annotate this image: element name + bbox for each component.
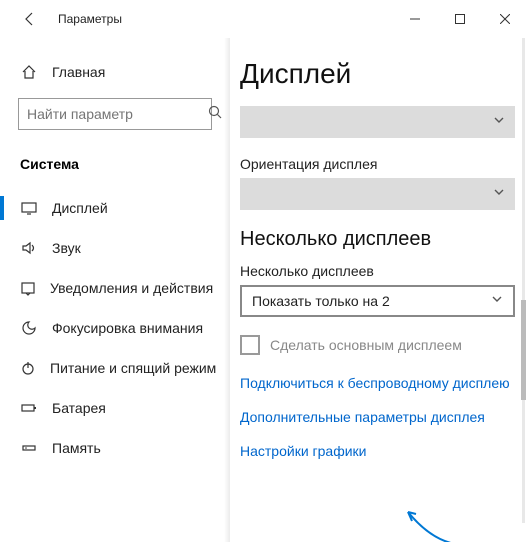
sidebar-item-label: Память <box>52 440 101 456</box>
advanced-display-link[interactable]: Дополнительные параметры дисплея <box>240 409 517 425</box>
main-display-checkbox[interactable]: Сделать основным дисплеем <box>240 335 517 355</box>
sidebar-item-label: Питание и спящий режим <box>50 360 216 376</box>
minimize-button[interactable] <box>392 4 437 34</box>
chevron-down-icon <box>493 113 505 131</box>
sidebar-item-notifications[interactable]: Уведомления и действия <box>0 268 230 308</box>
sidebar-item-label: Дисплей <box>52 200 108 216</box>
sidebar-item-power[interactable]: Питание и спящий режим <box>0 348 230 388</box>
page-heading: Дисплей <box>240 58 517 90</box>
scrollbar-track[interactable] <box>522 38 525 523</box>
sound-icon <box>20 240 38 256</box>
graphics-settings-link[interactable]: Настройки графики <box>240 443 517 459</box>
search-icon <box>208 105 222 124</box>
dropdown-value: Показать только на 2 <box>252 293 390 309</box>
sidebar-item-sound[interactable]: Звук <box>0 228 230 268</box>
multi-displays-dropdown[interactable]: Показать только на 2 <box>240 285 515 317</box>
window-controls <box>392 4 527 34</box>
wireless-display-link[interactable]: Подключиться к беспроводному дисплею <box>240 375 517 391</box>
orientation-dropdown[interactable] <box>240 178 515 210</box>
display-icon <box>20 200 38 216</box>
sidebar-item-focus[interactable]: Фокусировка внимания <box>0 308 230 348</box>
focus-icon <box>20 320 38 336</box>
home-label: Главная <box>52 64 105 80</box>
sidebar: Главная Система Дисплей Звук Уведо <box>0 38 230 542</box>
search-input[interactable] <box>27 106 208 122</box>
sidebar-item-label: Батарея <box>52 400 106 416</box>
titlebar: Параметры <box>0 0 527 38</box>
sidebar-item-label: Уведомления и действия <box>50 280 213 296</box>
sidebar-item-battery[interactable]: Батарея <box>0 388 230 428</box>
sidebar-item-display[interactable]: Дисплей <box>0 188 230 228</box>
home-nav[interactable]: Главная <box>0 56 230 88</box>
scale-dropdown[interactable] <box>240 106 515 138</box>
annotation-arrow <box>400 504 470 542</box>
section-title: Система <box>0 148 230 188</box>
window-title: Параметры <box>58 12 122 26</box>
multi-displays-heading: Несколько дисплеев <box>240 228 517 251</box>
sidebar-item-label: Фокусировка внимания <box>52 320 203 336</box>
multi-displays-label: Несколько дисплеев <box>240 263 517 279</box>
notifications-icon <box>20 280 36 296</box>
chevron-down-icon <box>493 185 505 203</box>
orientation-label: Ориентация дисплея <box>240 156 517 172</box>
home-icon <box>20 64 38 80</box>
checkbox-label: Сделать основным дисплеем <box>270 337 462 353</box>
storage-icon <box>20 440 38 456</box>
maximize-button[interactable] <box>437 4 482 34</box>
back-button[interactable] <box>16 5 44 33</box>
content-area: Дисплей Ориентация дисплея Несколько дис… <box>230 38 527 542</box>
scrollbar-thumb[interactable] <box>521 300 526 400</box>
close-button[interactable] <box>482 4 527 34</box>
search-box[interactable] <box>18 98 212 130</box>
checkbox-icon <box>240 335 260 355</box>
chevron-down-icon <box>491 292 503 310</box>
battery-icon <box>20 400 38 416</box>
power-icon <box>20 360 36 376</box>
sidebar-item-storage[interactable]: Память <box>0 428 230 468</box>
sidebar-item-label: Звук <box>52 240 81 256</box>
